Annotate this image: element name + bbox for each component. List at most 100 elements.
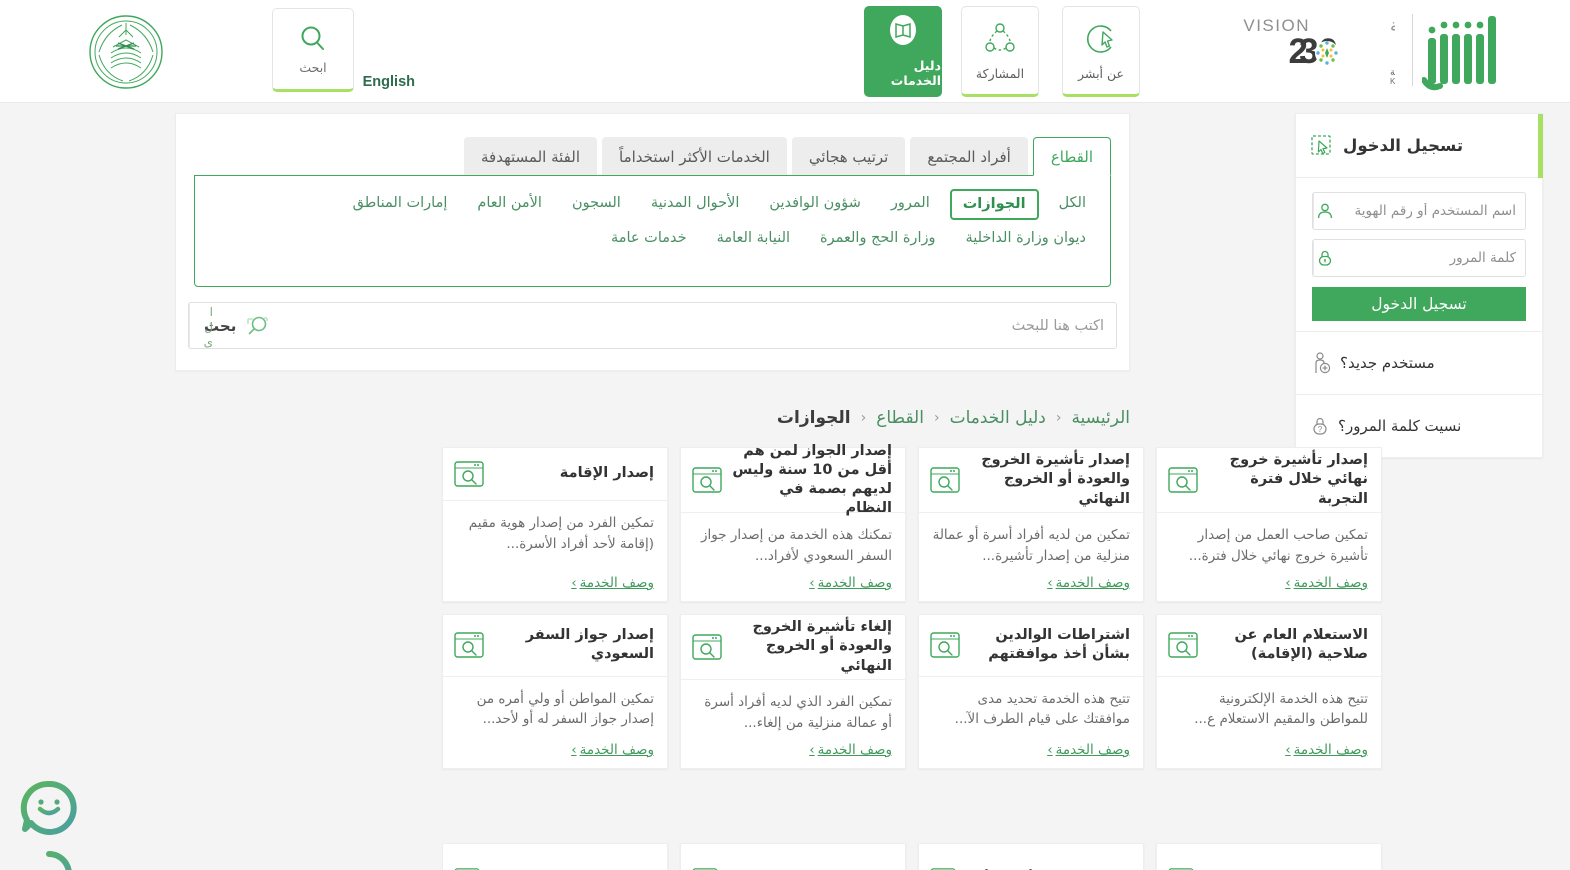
service-card-body: تمكين صاحب العمل من إصدار تأشيرة خروج نه…	[1157, 513, 1381, 601]
chip-public-security[interactable]: الأمن العام	[467, 189, 552, 220]
site-header: ابحث English دليل الخدمات المشاركة عن أب…	[0, 0, 1570, 103]
book-icon	[890, 15, 916, 45]
service-link-label: وصف الخدمة	[1293, 575, 1368, 591]
page-root: ابحث English دليل الخدمات المشاركة عن أب…	[0, 0, 1570, 870]
service-window-icon	[692, 467, 722, 493]
service-description-link[interactable]: وصف الخدمة›	[932, 742, 1130, 758]
tab-sector-label: القطاع	[1050, 147, 1093, 166]
chip-hajj-umrah-ministry[interactable]: وزارة الحج والعمرة	[810, 224, 945, 253]
service-window-icon	[454, 461, 484, 487]
service-description: تمكين من لديه أفراد أسرة أو عمالة منزلية…	[932, 527, 1130, 565]
tab-alphabetical[interactable]: ترتيب هجائي	[791, 137, 906, 176]
service-link-label: وصف الخدمة	[817, 742, 892, 758]
service-card[interactable]: الاستعلام العام عن	[442, 843, 668, 870]
service-card[interactable]: إصدار الجواز لمن هم أقل من 10 سنة وليس ل…	[680, 443, 906, 602]
login-form: تسجيل الدخول	[1296, 178, 1542, 331]
chip-regional-emirates[interactable]: إمارات المناطق	[343, 189, 458, 220]
chip-prisons[interactable]: السجون	[562, 189, 631, 220]
language-toggle[interactable]: English	[363, 74, 415, 90]
ministry-of-interior-logo	[87, 13, 165, 91]
breadcrumb-item-sector[interactable]: القطاع	[876, 408, 924, 428]
breadcrumb-item-home[interactable]: الرئيسية	[1071, 408, 1130, 428]
login-panel: تسجيل الدخول اسم المستخدم أو رقم الهوية …	[1295, 113, 1543, 458]
new-user-link[interactable]: مستخدم جديد؟	[1296, 331, 1542, 394]
lock-question-icon: ?	[1313, 417, 1327, 435]
search-bar: ا ل ى بحث	[188, 302, 1117, 349]
chat-widget-button[interactable]	[4, 778, 78, 870]
service-title: إلغاء تأشيرة الخروج والعودة أو الخروج ال…	[752, 619, 892, 674]
absher-logo	[1421, 8, 1510, 92]
chip-all[interactable]: الكل	[1049, 189, 1096, 220]
service-window-icon	[1168, 467, 1198, 493]
service-card[interactable]: الاستعلام العام عن	[680, 843, 906, 870]
search-input[interactable]	[283, 317, 1116, 334]
svg-text:?: ?	[1318, 425, 1323, 434]
nav-label-services-guide: دليل الخدمات	[890, 58, 941, 88]
nav-label-participation: المشاركة	[975, 65, 1025, 81]
header-divider	[1412, 14, 1413, 86]
service-description-link[interactable]: وصف الخدمة›	[1170, 742, 1368, 758]
service-description-link[interactable]: وصف الخدمة›	[1170, 575, 1368, 591]
service-card[interactable]: إلغاء تأشيرة الخروج والعودة أو الخروج ال…	[680, 614, 906, 769]
service-description-link[interactable]: وصف الخدمة›	[456, 575, 654, 591]
tab-most-used[interactable]: الخدمات الأكثر استخداماً	[602, 137, 787, 176]
service-card-header: إصدار تأشيرة خروج نهائي خلال فترة التجرب…	[1157, 448, 1381, 514]
chip-passports[interactable]: الجوازات	[949, 189, 1039, 221]
chip-traffic[interactable]: المرور	[881, 189, 940, 220]
service-card[interactable]: الاستعلام عن الخدمة	[1156, 843, 1382, 870]
service-card[interactable]: الاستعلام عن أحقية أداء	[918, 843, 1144, 870]
service-window-icon	[692, 634, 722, 660]
forgot-password-label: نسيت كلمة المرور؟	[1338, 417, 1462, 435]
service-description-link[interactable]: وصف الخدمة›	[932, 575, 1130, 591]
username-input[interactable]	[1336, 193, 1525, 229]
service-title: إصدار جواز السفر السعودي	[525, 627, 654, 663]
breadcrumb: الرئيسية ‹ دليل الخدمات ‹ القطاع ‹ الجوا…	[440, 402, 1130, 434]
service-title: الاستعلام العام عن صلاحية (الإقامة)	[1234, 627, 1369, 663]
service-link-label: وصف الخدمة	[1055, 575, 1130, 591]
breadcrumb-item-services-guide[interactable]: دليل الخدمات	[950, 408, 1046, 428]
service-link-arrow: ›	[1047, 742, 1053, 758]
chip-public-prosecution[interactable]: النيابة العامة	[707, 224, 800, 253]
vision-ar-text: رؤيـــة	[1390, 16, 1395, 36]
tab-target-category[interactable]: الفئة المستهدفة	[464, 137, 597, 176]
service-card[interactable]: إصدار جواز السفر السعودي تمكين المواطن أ…	[442, 614, 668, 769]
service-card[interactable]: إصدار تأشيرة الخروج والعودة أو الخروج ال…	[918, 447, 1144, 602]
service-description-link[interactable]: وصف الخدمة›	[694, 742, 892, 758]
nav-button-about-absher[interactable]: عن أبشر	[1062, 6, 1140, 97]
service-description-link[interactable]: وصف الخدمة›	[694, 575, 892, 591]
search-submit-label: بحث	[204, 316, 237, 335]
service-description-link[interactable]: وصف الخدمة›	[456, 742, 654, 758]
service-card-header: إصدار جواز السفر السعودي	[443, 615, 667, 677]
add-user-icon	[1315, 352, 1331, 374]
chip-civil-affairs[interactable]: الأحوال المدنية	[641, 189, 750, 220]
login-submit-button[interactable]: تسجيل الدخول	[1312, 287, 1526, 321]
header-search-button[interactable]: ابحث	[272, 8, 354, 92]
service-card-body: تمكين الفرد الذي لديه أفراد أسرة أو عمال…	[681, 680, 905, 768]
chip-general-services[interactable]: خدمات عامة	[601, 224, 697, 253]
service-link-arrow: ›	[571, 742, 577, 758]
search-submit-button[interactable]: بحث	[189, 303, 283, 348]
nav-button-services-guide[interactable]: دليل الخدمات	[864, 6, 942, 97]
service-card[interactable]: اشتراطات الوالدين بشأن أخذ موافقتهم تتيح…	[918, 614, 1144, 769]
nav-label-about-absher: عن أبشر	[1078, 65, 1124, 81]
service-card[interactable]: الاستعلام العام عن صلاحية (الإقامة) تتيح…	[1156, 614, 1382, 769]
tab-sector[interactable]: القطاع	[1032, 137, 1111, 176]
service-window-icon	[930, 632, 960, 658]
service-card[interactable]: إصدار الإقامة تمكين الفرد من إصدار هوية …	[442, 447, 668, 602]
new-user-label: مستخدم جديد؟	[1340, 354, 1435, 372]
nav-button-participation[interactable]: المشاركة	[961, 6, 1039, 97]
service-description: تتيح هذه الخدمة الإلكترونية للمواطن والم…	[1194, 690, 1368, 728]
service-card[interactable]: إصدار تأشيرة خروج نهائي خلال فترة التجرب…	[1156, 447, 1382, 602]
service-card-header: الاستعلام العام عن صلاحية (الإقامة)	[1157, 615, 1381, 677]
service-link-arrow: ›	[1285, 575, 1291, 591]
service-card-header: إلغاء تأشيرة الخروج والعودة أو الخروج ال…	[681, 615, 905, 681]
password-input[interactable]	[1336, 240, 1525, 276]
service-description: تمكين الفرد من إصدار هوية مقيم (إقامة لأ…	[468, 515, 654, 552]
breadcrumb-separator: ‹	[860, 410, 867, 426]
lock-icon	[1313, 240, 1336, 276]
service-card-header: إصدار تأشيرة الخروج والعودة أو الخروج ال…	[919, 448, 1143, 514]
tab-community-members[interactable]: أفراد المجتمع	[910, 137, 1028, 176]
chip-expatriate-affairs[interactable]: شؤون الوافدين	[759, 189, 870, 220]
chip-interior-ministry-diwan[interactable]: ديوان وزارة الداخلية	[955, 224, 1096, 253]
search-icon	[247, 316, 269, 334]
